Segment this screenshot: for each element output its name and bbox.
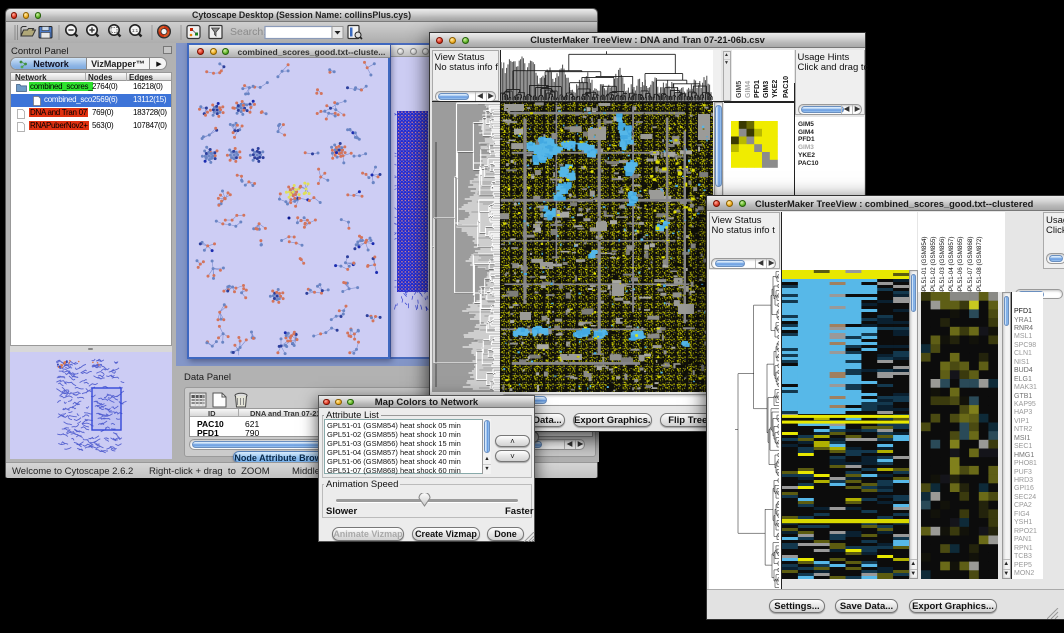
svg-text:1:1: 1:1 — [132, 28, 139, 33]
svg-text:Search:: Search: — [230, 26, 266, 38]
